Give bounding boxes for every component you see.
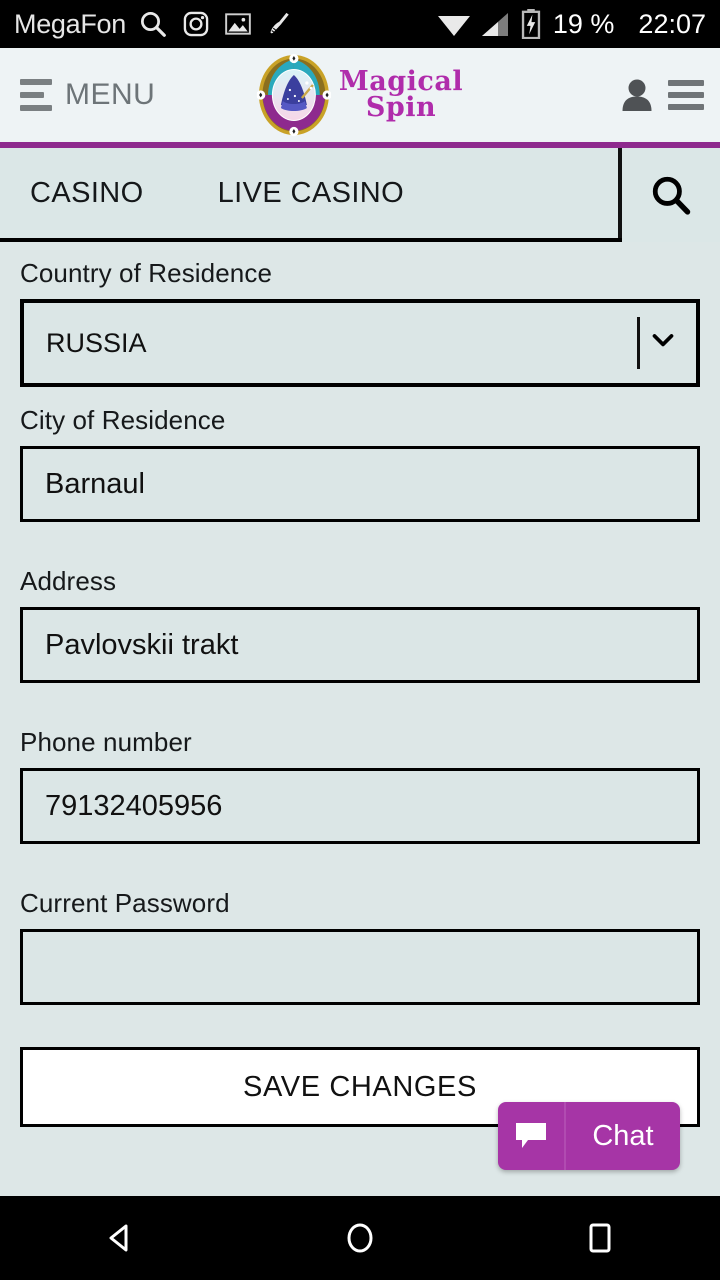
broom-icon [266,10,294,38]
instagram-icon [182,10,210,38]
person-icon[interactable] [620,77,654,113]
chat-widget[interactable]: Chat [498,1102,680,1170]
brand-line-2: Spin [365,92,437,123]
search-icon [138,9,168,39]
main-nav: CASINO LIVE CASINO [0,148,720,242]
nav-item-live-casino[interactable]: LIVE CASINO [218,177,405,210]
battery-charging-icon [521,9,541,39]
menu-label: MENU [65,78,156,111]
android-status-bar: MegaFon 19 % 22:07 [0,0,720,48]
recents-icon[interactable] [540,1218,660,1258]
country-of-residence-value: RUSSIA [46,327,147,358]
brand-logo[interactable]: Magical Spin [256,53,463,137]
clock-label: 22:07 [638,8,706,39]
gallery-icon [224,11,252,37]
nav-item-casino[interactable]: CASINO [30,177,144,210]
current-password-input[interactable] [20,929,700,1005]
phone-screen: MegaFon 19 % 22:07 MENU Magical Spin CAS… [0,0,720,1280]
back-icon[interactable] [60,1218,180,1258]
profile-form: Country of Residence RUSSIA City of Resi… [0,242,720,1127]
signal-icon [481,11,511,37]
hamburger-icon [20,79,52,111]
chat-label: Chat [592,1119,654,1152]
android-nav-bar [0,1196,720,1280]
hamburger-icon[interactable] [668,80,704,110]
speech-bubble-icon [498,1102,566,1170]
label-country-of-residence: Country of Residence [20,258,273,288]
label-city-of-residence: City of Residence [20,405,226,435]
label-current-password: Current Password [20,888,230,918]
search-icon [649,173,693,217]
chevron-down-icon [646,323,680,364]
battery-percent-label: 19 % [552,8,615,39]
select-separator [637,317,640,369]
nav-divider [618,148,622,238]
label-address: Address [20,566,117,596]
phone-number-input[interactable]: 79132405956 [20,768,700,844]
label-phone-number: Phone number [20,727,192,757]
address-input[interactable]: Pavlovskii trakt [20,607,700,683]
wifi-icon [437,11,471,37]
home-icon[interactable] [300,1218,420,1258]
menu-button[interactable]: MENU [20,78,155,112]
search-button[interactable] [622,148,720,242]
city-of-residence-input[interactable]: Barnaul [20,446,700,522]
country-of-residence-select[interactable]: RUSSIA [20,299,700,387]
site-header: MENU Magical Spin [0,48,720,142]
magical-spin-logo-icon [256,53,332,137]
carrier-label: MegaFon [14,8,126,39]
